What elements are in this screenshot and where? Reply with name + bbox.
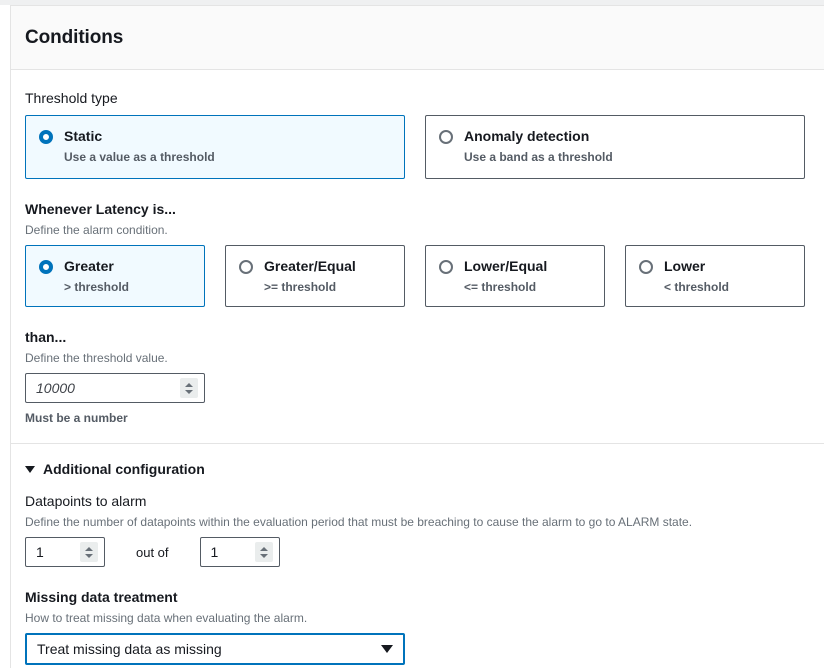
threshold-value-description: Define the threshold value. (25, 351, 168, 365)
option-title: Lower/Equal (464, 258, 548, 274)
option-title: Lower (664, 258, 706, 274)
section-divider (11, 443, 824, 444)
card-header: Conditions (11, 6, 824, 70)
condition-option-greater-equal[interactable]: Greater/Equal >= threshold (225, 245, 405, 307)
chevron-down-icon[interactable] (185, 389, 193, 394)
condition-option-lower-equal[interactable]: Lower/Equal <= threshold (425, 245, 605, 307)
caret-down-icon[interactable] (381, 645, 393, 653)
threshold-type-option-static[interactable]: Static Use a value as a threshold (25, 115, 405, 179)
page-title: Conditions (25, 26, 124, 48)
threshold-value-input[interactable]: 10000 (25, 373, 205, 403)
threshold-value-label: than... (25, 329, 67, 345)
evaluation-periods-input[interactable]: 1 (199, 537, 280, 567)
additional-configuration-label: Additional configuration (43, 461, 205, 477)
option-title: Greater/Equal (264, 258, 356, 274)
evaluation-periods-value: 1 (210, 544, 219, 560)
threshold-value-hint: Must be a number (25, 411, 128, 425)
threshold-type-option-static-text: Static Use a value as a threshold (64, 128, 215, 165)
chevron-down-icon[interactable] (259, 553, 268, 558)
radio-icon-greater[interactable] (39, 260, 53, 274)
radio-icon-anomaly-detection[interactable] (439, 130, 453, 144)
condition-option-greater[interactable]: Greater > threshold (25, 245, 205, 307)
out-of-label: out of (136, 544, 169, 560)
missing-data-selected-value: Treat missing data as missing (37, 641, 222, 657)
caret-down-icon[interactable] (25, 466, 35, 473)
option-title: Greater (64, 258, 114, 274)
condition-option-lower[interactable]: Lower < threshold (625, 245, 805, 307)
chevron-up-icon[interactable] (185, 382, 193, 387)
conditions-page: Conditions Threshold type Static Use a v… (0, 0, 824, 668)
option-title: Static (64, 128, 103, 144)
threshold-value-text: 10000 (36, 380, 75, 396)
missing-data-select[interactable]: Treat missing data as missing (25, 633, 405, 665)
additional-configuration-toggle[interactable]: Additional configuration (25, 461, 810, 477)
condition-option-lower-text: Lower < threshold (664, 258, 729, 295)
condition-option-lower-equal-text: Lower/Equal <= threshold (464, 258, 547, 295)
card-body: Threshold type Static Use a value as a t… (11, 70, 824, 665)
conditions-card: Conditions Threshold type Static Use a v… (10, 5, 824, 668)
condition-option-greater-equal-text: Greater/Equal >= threshold (264, 258, 356, 295)
option-description: > threshold (64, 279, 130, 294)
option-description: <= threshold (464, 279, 537, 294)
option-title: Anomaly detection (464, 128, 590, 144)
option-description: Use a band as a threshold (464, 149, 613, 164)
chevron-down-icon[interactable] (85, 553, 93, 558)
radio-icon-greater-equal[interactable] (239, 260, 253, 274)
threshold-type-radio-group: Static Use a value as a threshold Anomal… (25, 115, 810, 179)
datapoints-stepper[interactable] (80, 542, 98, 562)
missing-data-label: Missing data treatment (25, 589, 178, 605)
threshold-type-option-anomaly-detection[interactable]: Anomaly detection Use a band as a thresh… (425, 115, 805, 179)
evaluation-periods-stepper[interactable] (254, 542, 273, 562)
radio-icon-lower[interactable] (639, 260, 653, 274)
missing-data-description: How to treat missing data when evaluatin… (25, 611, 308, 625)
option-description: < threshold (664, 279, 730, 294)
option-description: Use a value as a threshold (64, 149, 215, 164)
condition-option-greater-text: Greater > threshold (64, 258, 129, 295)
datapoints-to-alarm-label: Datapoints to alarm (25, 493, 147, 509)
radio-icon-static[interactable] (39, 130, 53, 144)
threshold-type-label: Threshold type (25, 90, 118, 106)
condition-radio-group: Greater > threshold Greater/Equal >= thr… (25, 245, 810, 307)
datapoints-to-alarm-row: 1 out of 1 (25, 537, 810, 567)
option-description: >= threshold (264, 279, 337, 294)
datapoints-input[interactable]: 1 (25, 537, 105, 567)
condition-description: Define the alarm condition. (25, 223, 168, 237)
condition-label: Whenever Latency is... (25, 201, 176, 217)
threshold-value-stepper[interactable] (180, 378, 198, 398)
radio-icon-lower-equal[interactable] (439, 260, 453, 274)
datapoints-to-alarm-description: Define the number of datapoints within t… (25, 515, 693, 529)
chevron-up-icon[interactable] (85, 546, 93, 551)
datapoints-value: 1 (36, 544, 44, 560)
chevron-up-icon[interactable] (259, 546, 268, 551)
threshold-type-option-anomaly-detection-text: Anomaly detection Use a band as a thresh… (464, 128, 613, 165)
